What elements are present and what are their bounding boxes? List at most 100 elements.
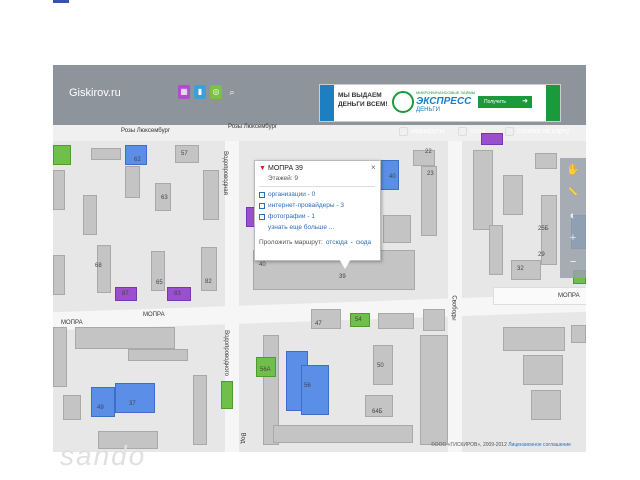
building[interactable] [193,375,207,445]
building[interactable] [63,395,81,420]
arrow-right-icon: ➜ [522,98,528,105]
building-number: 37 [129,401,136,407]
building-green[interactable] [53,145,71,165]
route-text: Проложить маршрут: [259,239,323,246]
zoom-in-button[interactable]: + [564,230,582,246]
building-number: 47 [315,321,322,327]
building-number: 57 [181,151,188,157]
street-label-vod: Вод [239,432,246,444]
layers-icon [458,127,467,136]
site-logo[interactable]: Giskirov.ru [69,87,121,99]
hand-tool-icon[interactable]: ✋ [564,162,582,178]
building-number: 62 [134,157,141,163]
popup-route: Проложить маршрут: отсюда - сюда [259,239,371,246]
copyright-text: ©ООО «ГИСКИРОВ», 2009-2012 [431,442,507,448]
building[interactable] [378,313,414,329]
building-number: 25Б [538,226,549,232]
globe-icon[interactable]: ◎ [210,85,222,99]
license-link[interactable]: Лицензионное соглашение [508,442,571,448]
street-label-vodoprovodnaya: Водопроводного [222,330,229,376]
building-number: 64Б [372,409,383,415]
popup-pointer [339,259,351,269]
ad-brand: МИКРОФИНАНСОВЫЕ ЗАЙМЫ ЭКСПРЕСС ДЕНЬГИ [416,88,475,115]
building[interactable] [511,260,541,280]
building[interactable] [91,148,121,160]
building[interactable] [535,153,557,169]
close-icon[interactable]: × [371,163,376,172]
building[interactable] [53,170,65,210]
map-canvas[interactable]: 62 57 63 40 22 23 68 65 82 83 87 39 40 2… [53,65,586,452]
search-icon[interactable]: ⌕ [226,85,238,99]
building-number: 29 [538,252,545,258]
map-link-label: ссылка на карту [517,128,570,135]
photo-icon [259,213,265,220]
building[interactable] [53,255,65,295]
building[interactable] [531,390,561,420]
building-number: 54 [355,317,362,323]
building[interactable] [273,425,413,443]
popup-link-providers[interactable]: интернет-провайдеры - 3 [259,202,344,209]
building-number: 65 [156,280,163,286]
ad-banner[interactable]: МЫ ВЫДАЕМ ДЕНЬГИ ВСЕМ! МИКРОФИНАНСОВЫЕ З… [319,84,561,122]
ad-headline-2: ДЕНЬГИ ВСЕМ! [338,101,388,108]
building[interactable] [571,325,586,343]
ad-cta-label: Получить [484,99,506,105]
link-icon [505,127,514,136]
building[interactable] [503,327,565,351]
building[interactable] [203,170,219,220]
building[interactable] [53,327,67,387]
layers-button[interactable]: слои [458,127,485,136]
building-blue[interactable] [91,387,115,417]
popup-divider [259,186,375,187]
building[interactable] [420,335,448,445]
building[interactable] [489,225,503,275]
street-label-roz-lux: Розы Люксембург [228,124,278,130]
popup-link-label: фотографии - 1 [268,213,315,220]
building-blue[interactable] [115,383,155,413]
popup-link-photos[interactable]: фотографии - 1 [259,213,315,220]
compass-icon[interactable]: ◐ [564,208,582,224]
popup-link-organizations[interactable]: организации - 0 [259,191,315,198]
ruler-icon[interactable]: 📏 [564,184,582,200]
building-number: 68 [95,263,102,269]
building-number: 56 [304,383,311,389]
top-left-mark [53,0,69,3]
map-link-button[interactable]: ссылка на карту [505,127,570,136]
ad-cta-button[interactable]: Получить ➜ [478,96,532,108]
building-green[interactable] [221,381,233,409]
building-blue[interactable] [301,365,329,415]
book-icon[interactable]: ▮ [194,85,206,99]
building[interactable] [125,166,140,198]
building-number: 39 [339,274,346,280]
building[interactable] [383,215,411,243]
map-controls: ✋ 📏 ◐ + − [560,158,586,278]
apps-icon[interactable]: ▦ [178,85,190,99]
location-pin-icon: ▼ [259,165,266,172]
layers-label: слои [470,128,486,135]
ad-left-stripe [320,85,334,121]
street-label-mopra: МОПРА [143,312,165,318]
building-number: 83 [174,291,181,297]
route-icon [399,127,408,136]
building[interactable] [423,309,445,331]
ad-right-stripe [546,85,560,121]
route-to-link[interactable]: сюда [356,239,371,246]
street-label-mopra: МОПРА [558,293,580,299]
ad-headline-1: МЫ ВЫДАЕМ [338,92,382,99]
building[interactable] [523,355,563,385]
building-number: 40 [259,262,266,268]
building[interactable] [473,150,493,230]
building[interactable] [128,349,188,361]
building[interactable] [503,175,523,215]
building-number: 22 [425,149,432,155]
routes-button[interactable]: маршруты [399,127,445,136]
route-from-link[interactable]: отсюда [326,239,348,246]
building-number: 32 [517,266,524,272]
building[interactable] [75,327,175,349]
building[interactable] [83,195,97,235]
building[interactable] [97,245,111,293]
popup-more-link[interactable]: узнать еще больше ... [268,224,334,231]
street-label-svobody: Свободы [450,295,457,321]
ad-brand-big: ЭКСПРЕСС [416,96,472,107]
zoom-out-button[interactable]: − [564,254,582,270]
